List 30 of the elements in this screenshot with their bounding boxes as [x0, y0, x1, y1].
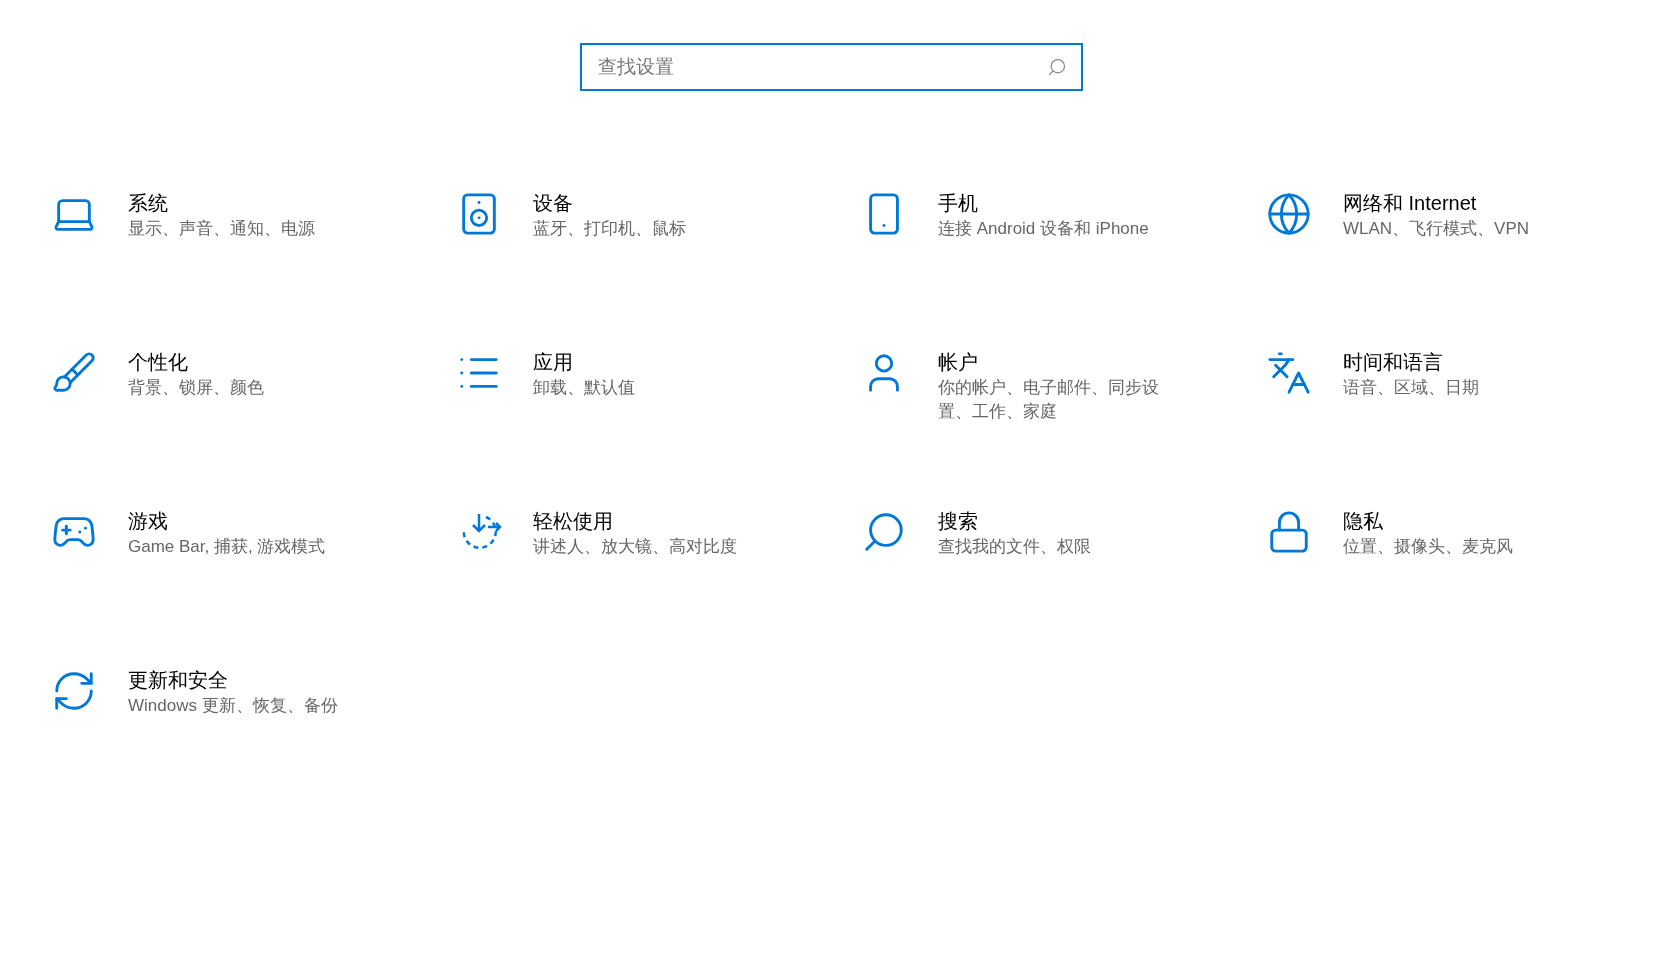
category-title[interactable]: 设备 — [533, 189, 783, 217]
category-description: 你的帐户、电子邮件、同步设置、工作、家庭 — [938, 377, 1160, 423]
category-description: 卸载、默认值 — [533, 377, 636, 399]
category-title[interactable]: 游戏 — [128, 507, 378, 535]
category-description: 背景、锁屏、颜色 — [128, 377, 265, 399]
category-description: 位置、摄像头、麦克风 — [1343, 536, 1514, 558]
search-field[interactable]: 查找设置 — [579, 43, 1083, 91]
category-title[interactable]: 时间和语言 — [1343, 348, 1593, 376]
category-description: WLAN、飞行模式、VPN — [1343, 218, 1531, 240]
category-title[interactable]: 更新和安全 — [128, 666, 378, 694]
category-title[interactable]: 系统 — [128, 189, 378, 217]
category-description: 显示、声音、通知、电源 — [128, 218, 316, 240]
category-title[interactable]: 个性化 — [128, 348, 378, 376]
category-title[interactable]: 搜索 — [938, 507, 1188, 535]
search-icon — [1046, 57, 1067, 77]
category-description: 语音、区域、日期 — [1343, 377, 1480, 399]
category-description: 查找我的文件、权限 — [938, 536, 1092, 558]
category-description: 讲述人、放大镜、高对比度 — [533, 536, 738, 558]
category-title[interactable]: 轻松使用 — [533, 507, 783, 535]
category-title[interactable]: 帐户 — [938, 348, 1188, 376]
category-description: 蓝牙、打印机、鼠标 — [533, 218, 687, 240]
category-description: 连接 Android 设备和 iPhone — [938, 218, 1150, 240]
category-title[interactable]: 网络和 Internet — [1343, 189, 1593, 217]
category-title[interactable]: 隐私 — [1343, 507, 1593, 535]
category-title[interactable]: 手机 — [938, 189, 1188, 217]
category-description: Game Bar, 捕获, 游戏模式 — [128, 536, 327, 558]
globe-icon — [1266, 191, 1312, 237]
category-description: Windows 更新、恢复、备份 — [128, 695, 339, 717]
category-title[interactable]: 应用 — [533, 348, 783, 376]
language-icon — [1266, 350, 1312, 396]
